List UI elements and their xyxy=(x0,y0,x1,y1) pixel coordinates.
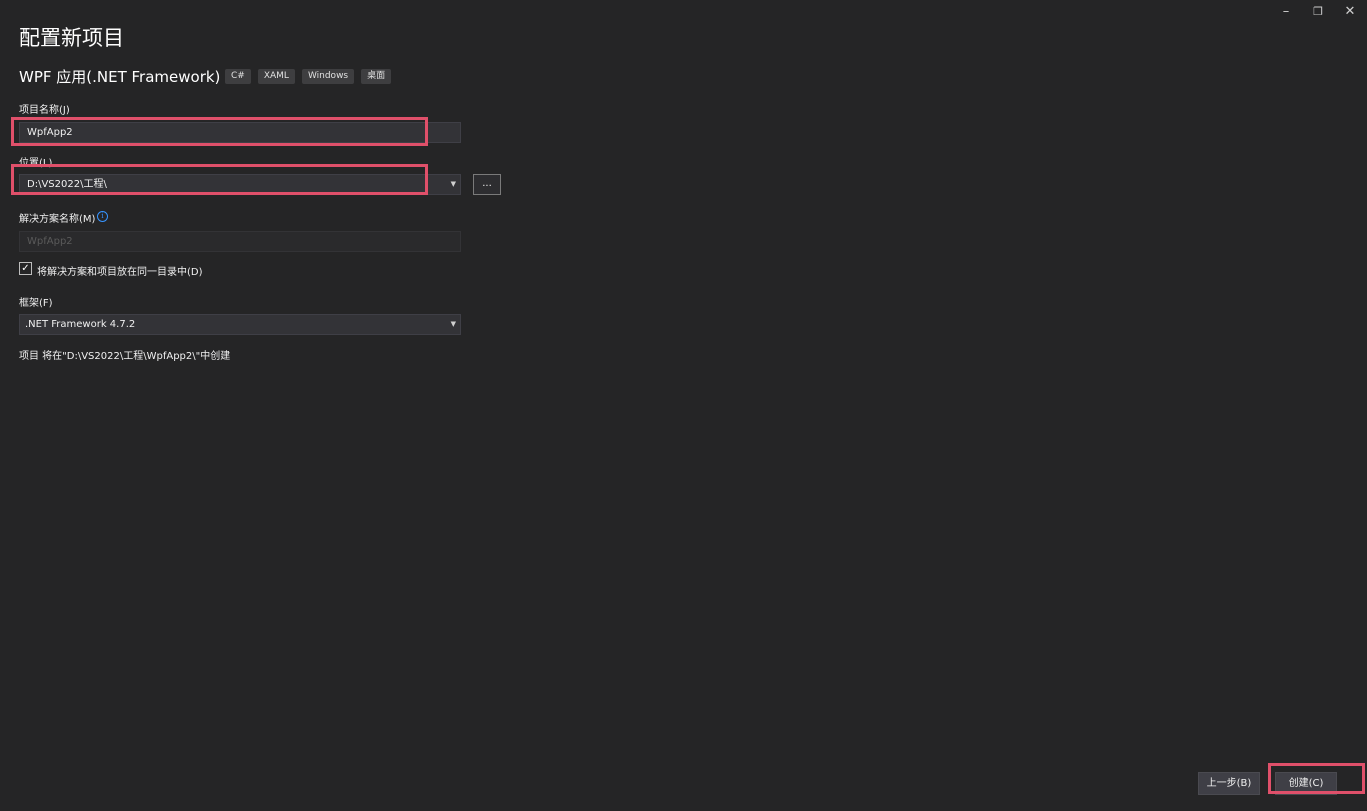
same-directory-checkbox[interactable]: ✓ xyxy=(19,262,32,275)
solution-name-input: WpfApp2 xyxy=(19,231,461,252)
create-button[interactable]: 创建(C) xyxy=(1275,772,1337,795)
back-button[interactable]: 上一步(B) xyxy=(1198,772,1260,795)
framework-value: .NET Framework 4.7.2 xyxy=(25,319,136,330)
browse-button[interactable]: ... xyxy=(473,174,501,195)
tag-windows: Windows xyxy=(301,69,355,84)
chevron-down-icon[interactable]: ▼ xyxy=(451,315,456,334)
tag-xaml: XAML xyxy=(257,69,295,84)
tag-csharp: C# xyxy=(225,69,251,84)
framework-select[interactable]: .NET Framework 4.7.2 ▼ xyxy=(19,314,461,335)
location-value: D:\VS2022\工程\ xyxy=(27,179,107,190)
restore-icon[interactable]: ❐ xyxy=(1303,2,1333,22)
location-combobox[interactable]: D:\VS2022\工程\ ▼ xyxy=(19,174,461,195)
template-tags: C# XAML Windows 桌面 xyxy=(225,69,392,84)
page-title: 配置新项目 xyxy=(19,26,124,50)
configure-project-window: – ❐ ✕ 配置新项目 WPF 应用(.NET Framework) C# XA… xyxy=(0,0,1367,811)
solution-name-label: 解决方案名称(M) xyxy=(19,214,96,225)
project-name-input[interactable]: WpfApp2 xyxy=(19,122,461,143)
creation-path-summary: 项目 将在"D:\VS2022\工程\WpfApp2\"中创建 xyxy=(19,351,231,362)
template-title: WPF 应用(.NET Framework) xyxy=(19,68,221,86)
info-icon[interactable]: i xyxy=(97,211,108,222)
tag-desktop: 桌面 xyxy=(361,69,392,84)
framework-label: 框架(F) xyxy=(19,298,53,309)
same-directory-label[interactable]: 将解决方案和项目放在同一目录中(D) xyxy=(37,263,203,278)
minimize-icon[interactable]: – xyxy=(1271,2,1301,22)
project-name-label: 项目名称(J) xyxy=(19,105,70,116)
location-label: 位置(L) xyxy=(19,158,53,169)
chevron-down-icon[interactable]: ▼ xyxy=(451,175,456,194)
close-icon[interactable]: ✕ xyxy=(1335,2,1365,22)
